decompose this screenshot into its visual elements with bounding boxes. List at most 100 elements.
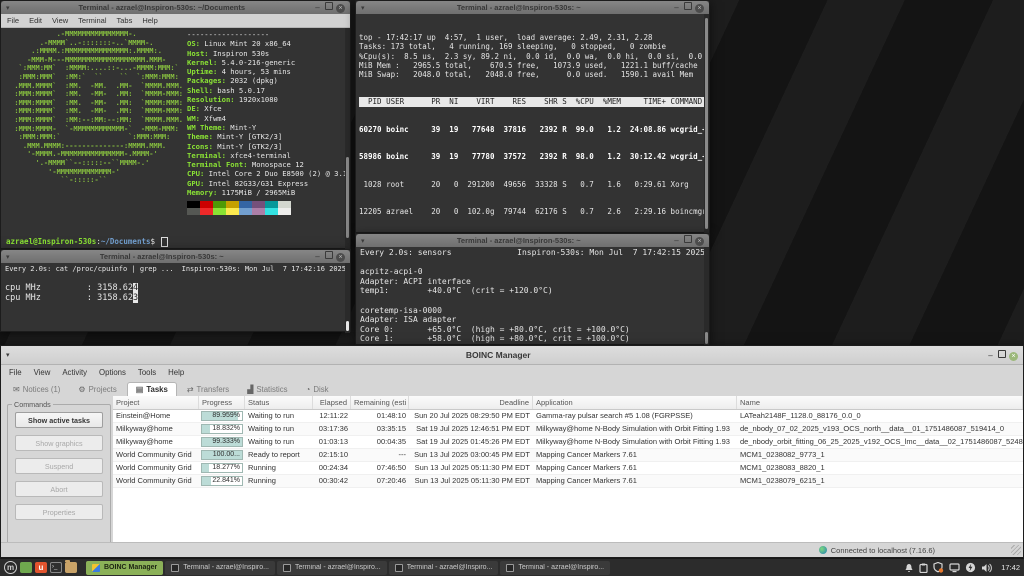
task-row[interactable]: Milkyway@home 99.333% Waiting to run 01:… — [113, 436, 1023, 449]
titlebar[interactable]: ▾ Terminal - azrael@Inspiron-530s: ~ –× — [1, 250, 350, 263]
menu-view[interactable]: View — [34, 368, 51, 377]
scrollbar[interactable] — [704, 247, 709, 346]
titlebar[interactable]: ▾ Terminal - azrael@Inspiron-530s: ~ –× — [356, 1, 709, 14]
tab-transfers[interactable]: ⇄Transfers — [179, 383, 237, 397]
maximize-icon[interactable] — [325, 251, 333, 259]
window-menu-icon[interactable]: ▾ — [6, 253, 10, 261]
titlebar-buttons: –× — [310, 251, 345, 262]
task-list-icon: ▤ — [136, 385, 144, 394]
watch-timestamp: Inspiron-530s: Mon Jul 7 17:42:16 2025 — [182, 264, 346, 274]
terminal-cursor — [161, 237, 168, 247]
menu-view[interactable]: View — [52, 16, 68, 25]
menu-file[interactable]: File — [9, 368, 22, 377]
gear-icon: ⚙ — [78, 385, 85, 394]
scrollbar[interactable] — [345, 263, 350, 333]
boinc-statusbar: Connected to localhost (7.16.6) — [1, 542, 1023, 557]
window-title: Terminal - azrael@Inspiron-530s: ~/Docum… — [14, 3, 310, 12]
menu-options[interactable]: Options — [99, 368, 126, 377]
window-menu-icon[interactable]: ▾ — [361, 4, 365, 12]
task-row[interactable]: World Community Grid 100.00... Ready to … — [113, 449, 1023, 462]
col-header-elapsed[interactable]: Elapsed — [313, 396, 351, 409]
connection-status-icon — [819, 546, 827, 554]
menu-file[interactable]: File — [7, 16, 19, 25]
mint-menu-icon[interactable]: m — [4, 561, 17, 574]
neofetch-info: ------------------- OS: Linux Mint 20 x8… — [187, 30, 347, 197]
titlebar[interactable]: ▾ BOINC Manager –× — [1, 346, 1023, 365]
window-menu-icon[interactable]: ▾ — [6, 351, 10, 359]
minimize-icon[interactable]: – — [313, 3, 322, 12]
minimize-icon[interactable]: – — [986, 351, 995, 360]
resize-grip[interactable] — [1011, 545, 1021, 555]
task-row[interactable]: World Community Grid 22.841% Running 00:… — [113, 475, 1023, 488]
maximize-icon[interactable] — [684, 235, 692, 243]
col-header-progress[interactable]: Progress — [199, 396, 245, 409]
taskbar-window-terminal-4[interactable]: Terminal - azrael@Inspiro... — [500, 561, 610, 575]
commands-panel: Commands Show active tasks Show graphics… — [7, 404, 111, 544]
window-menu-icon[interactable]: ▾ — [6, 4, 10, 12]
update-manager-icon[interactable]: u — [35, 562, 47, 573]
table-header-row: Project Progress Status Elapsed Remainin… — [113, 396, 1023, 410]
close-icon[interactable]: × — [695, 4, 704, 13]
minimize-icon[interactable]: – — [672, 236, 681, 245]
display-icon[interactable] — [949, 563, 960, 573]
close-icon[interactable]: × — [336, 4, 345, 13]
menu-activity[interactable]: Activity — [62, 368, 87, 377]
menu-tabs[interactable]: Tabs — [117, 16, 133, 25]
col-header-name[interactable]: Name — [737, 396, 1023, 409]
maximize-icon[interactable] — [325, 2, 333, 10]
top-header-row: PID USER PR NI VIRT RES SHR S %CPU %MEM … — [359, 97, 704, 106]
col-header-deadline[interactable]: Deadline — [409, 396, 533, 409]
taskbar-window-terminal-2[interactable]: Terminal - azrael@Inspiro... — [277, 561, 387, 575]
power-icon[interactable] — [965, 562, 976, 573]
show-active-tasks-button[interactable]: Show active tasks — [15, 412, 103, 428]
taskbar-window-terminal-1[interactable]: Terminal - azrael@Inspiro... — [165, 561, 275, 575]
close-icon[interactable]: × — [1009, 352, 1018, 361]
cpu-mhz-row: cpu MHz : 3158.624 — [5, 283, 346, 293]
col-header-remaining[interactable]: Remaining (esti — [351, 396, 409, 409]
volume-icon[interactable] — [981, 563, 993, 573]
menu-help[interactable]: Help — [142, 16, 157, 25]
clipboard-icon[interactable] — [919, 563, 928, 573]
show-graphics-button[interactable]: Show graphics — [15, 435, 103, 451]
taskbar-window-boinc[interactable]: BOINC Manager — [86, 561, 163, 575]
file-manager-icon[interactable] — [65, 562, 77, 573]
bell-icon[interactable] — [904, 563, 914, 573]
terminal-launcher-icon[interactable]: ›_ — [50, 562, 62, 573]
suspend-button[interactable]: Suspend — [15, 458, 103, 474]
process-row: 12205 azrael 20 0 102.0g 79744 62176 S 0… — [359, 207, 706, 216]
titlebar[interactable]: ▾ Terminal - azrael@Inspiron-530s: ~ –× — [356, 234, 709, 247]
minimize-icon[interactable]: – — [313, 252, 322, 261]
col-header-status[interactable]: Status — [245, 396, 313, 409]
task-row[interactable]: Einstein@Home 89.959% Waiting to run 12:… — [113, 410, 1023, 423]
scrollbar[interactable] — [704, 14, 709, 236]
titlebar[interactable]: ▾ Terminal - azrael@Inspiron-530s: ~/Doc… — [1, 1, 350, 14]
col-header-project[interactable]: Project — [113, 396, 199, 409]
workspace-icon[interactable] — [20, 562, 32, 573]
menu-terminal[interactable]: Terminal — [78, 16, 106, 25]
taskbar-clock[interactable]: 17:42 — [1001, 563, 1020, 572]
maximize-icon[interactable] — [998, 350, 1006, 358]
menu-help[interactable]: Help — [168, 368, 184, 377]
tab-statistics[interactable]: ▟Statistics — [239, 383, 295, 397]
tab-disk[interactable]: ◔Disk — [298, 383, 337, 397]
tab-notices[interactable]: ✉Notices (1) — [5, 383, 68, 397]
tab-projects[interactable]: ⚙Projects — [70, 383, 124, 397]
window-menu-icon[interactable]: ▾ — [361, 237, 365, 245]
shield-icon[interactable] — [933, 562, 944, 573]
close-icon[interactable]: × — [336, 253, 345, 262]
tab-tasks[interactable]: ▤Tasks — [127, 382, 177, 397]
abort-button[interactable]: Abort — [15, 481, 103, 497]
properties-button[interactable]: Properties — [15, 504, 103, 520]
neofetch-ascii-art: .-MMMMMMMMMMMMMMM-. .-MMMM`..-:::::::-..… — [6, 30, 183, 185]
taskbar-window-terminal-3[interactable]: Terminal - azrael@Inspiro... — [389, 561, 499, 575]
col-header-application[interactable]: Application — [533, 396, 737, 409]
minimize-icon[interactable]: – — [672, 3, 681, 12]
menu-tools[interactable]: Tools — [138, 368, 156, 377]
terminal-content: Every 2.0s: sensors Inspiron-530s: Mon J… — [356, 247, 709, 346]
task-row[interactable]: World Community Grid 18.277% Running 00:… — [113, 462, 1023, 475]
task-row[interactable]: Milkyway@home 18.832% Waiting to run 03:… — [113, 423, 1023, 436]
menu-edit[interactable]: Edit — [29, 16, 42, 25]
scrollbar[interactable] — [345, 28, 350, 251]
maximize-icon[interactable] — [684, 2, 692, 10]
close-icon[interactable]: × — [695, 237, 704, 246]
